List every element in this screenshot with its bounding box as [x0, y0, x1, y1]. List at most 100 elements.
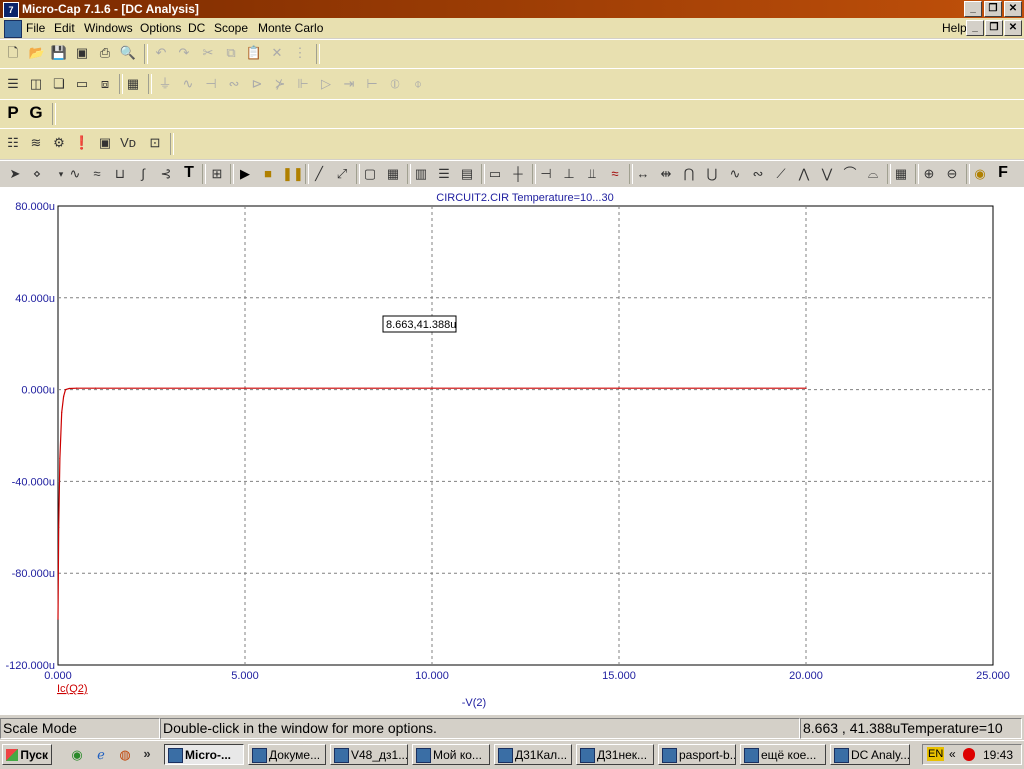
- task-my-computer[interactable]: Мой ко...: [412, 744, 490, 765]
- peak-left-icon[interactable]: ⋀: [795, 165, 813, 183]
- stop-icon[interactable]: ■: [259, 165, 277, 183]
- valley-curve-icon[interactable]: ⋃: [703, 165, 721, 183]
- horizontal-axis-icon[interactable]: ▭: [486, 165, 504, 183]
- minor-grid-icon[interactable]: ▥: [412, 165, 430, 183]
- line-icon[interactable]: ╱: [310, 165, 328, 183]
- run-icon[interactable]: ▶: [236, 165, 254, 183]
- trace-label[interactable]: Ic(Q2): [57, 683, 88, 695]
- resistor-icon[interactable]: ∿: [179, 75, 197, 93]
- frame-icon[interactable]: ▢: [361, 165, 379, 183]
- capacitor-icon[interactable]: ⊣: [202, 75, 220, 93]
- maximize-button[interactable]: ❐: [984, 1, 1002, 17]
- battery-icon[interactable]: ⊢: [363, 75, 381, 93]
- select-arrow-icon[interactable]: ➤: [6, 165, 24, 183]
- minimize-button[interactable]: _: [964, 1, 982, 17]
- quicklaunch-icon[interactable]: ◉: [68, 746, 86, 764]
- shapes-icon[interactable]: ⋄: [28, 165, 46, 183]
- color-icon[interactable]: ◉: [971, 165, 989, 183]
- font-tool[interactable]: F: [994, 164, 1012, 182]
- menu-help[interactable]: Help: [942, 21, 967, 35]
- stepping-icon[interactable]: ⚙: [50, 134, 68, 152]
- hump-alt-icon[interactable]: ⌓: [864, 165, 882, 183]
- tag-vertical-icon[interactable]: ⊰: [157, 165, 175, 183]
- plot-area[interactable]: 80.000u 40.000u 0.000u -40.000u -80.000u -120…: [0, 187, 1024, 715]
- waveform-icon[interactable]: ≋: [27, 134, 45, 152]
- slope-icon[interactable]: ⟋: [772, 165, 790, 183]
- tag-horizontal-icon[interactable]: ∫: [134, 165, 152, 183]
- scale-icon[interactable]: ∿: [66, 165, 84, 183]
- menu-options[interactable]: Options: [140, 21, 181, 35]
- mdi-restore-button[interactable]: ❐: [985, 20, 1003, 36]
- task-v48[interactable]: V48_дз1...: [330, 744, 408, 765]
- gate-icon[interactable]: ⇥: [340, 75, 358, 93]
- tag-icon[interactable]: ⊔: [111, 165, 129, 183]
- print-icon[interactable]: ⎙: [96, 44, 114, 62]
- menu-scope[interactable]: Scope: [214, 21, 248, 35]
- document-icon[interactable]: [4, 20, 22, 38]
- window-icon[interactable]: ▭: [73, 75, 91, 93]
- probe-icon[interactable]: ❗: [73, 134, 91, 152]
- open-folder-icon[interactable]: 📂: [28, 44, 46, 62]
- properties-icon[interactable]: ⊞: [208, 165, 226, 183]
- mdi-minimize-button[interactable]: _: [966, 20, 984, 36]
- task-microcap[interactable]: Micro-...: [164, 744, 244, 765]
- horizontal-tile-icon[interactable]: ☰: [4, 75, 22, 93]
- save-icon[interactable]: 💾: [50, 44, 68, 62]
- high-icon[interactable]: ⫫: [583, 165, 601, 183]
- window-split-icon[interactable]: ⧈: [96, 75, 114, 93]
- analysis-window-icon[interactable]: ⊡: [146, 134, 164, 152]
- start-button[interactable]: Пуск: [2, 744, 52, 765]
- microcap-icon[interactable]: 7: [3, 2, 19, 18]
- print-preview-icon[interactable]: 🔍: [119, 44, 137, 62]
- peak-curve-icon[interactable]: ⋂: [680, 165, 698, 183]
- state-variables-icon[interactable]: ▣: [96, 134, 114, 152]
- inductor-icon[interactable]: ∾: [225, 75, 243, 93]
- peak-icon[interactable]: ⊣: [537, 165, 555, 183]
- chevron-icon[interactable]: »: [138, 745, 156, 763]
- antivirus-icon[interactable]: [963, 748, 975, 761]
- task-eshche[interactable]: ещё кое...: [740, 744, 826, 765]
- ac-source-icon[interactable]: ⌽: [409, 75, 427, 93]
- cut-icon[interactable]: ✂: [199, 44, 217, 62]
- wave-down-icon[interactable]: ∾: [749, 165, 767, 183]
- source-icon[interactable]: ⦶: [386, 75, 404, 93]
- p-button[interactable]: P: [4, 104, 22, 122]
- vid-icon[interactable]: Vᴅ: [119, 134, 137, 152]
- pause-icon[interactable]: ❚❚: [282, 165, 304, 183]
- wave-up-icon[interactable]: ∿: [726, 165, 744, 183]
- hump-icon[interactable]: ⌒: [841, 165, 859, 183]
- tray-expand-icon[interactable]: «: [949, 747, 956, 761]
- text-tool[interactable]: T: [180, 164, 198, 182]
- mdi-close-button[interactable]: ✕: [1004, 20, 1022, 36]
- menu-edit[interactable]: Edit: [54, 21, 75, 35]
- select-all-icon[interactable]: ⋮: [291, 44, 309, 62]
- undo-icon[interactable]: ↶: [152, 44, 170, 62]
- cursor-left-icon[interactable]: ↔: [634, 165, 652, 183]
- close-button[interactable]: ✕: [1004, 1, 1022, 17]
- cursor-right-icon[interactable]: ⇹: [657, 165, 675, 183]
- grid-icon[interactable]: ▦: [384, 165, 402, 183]
- diode-icon[interactable]: ⊳: [248, 75, 266, 93]
- redo-icon[interactable]: ↷: [175, 44, 193, 62]
- task-d31kal[interactable]: Д31Кал...: [494, 744, 572, 765]
- peak-right-icon[interactable]: ⋁: [818, 165, 836, 183]
- task-document[interactable]: Докуме...: [248, 744, 326, 765]
- internet-explorer-icon[interactable]: ℯ: [92, 746, 110, 764]
- calculator-icon[interactable]: ▦: [124, 75, 142, 93]
- trace-icon[interactable]: ≈: [606, 165, 624, 183]
- transistor-icon[interactable]: ⊁: [271, 75, 289, 93]
- mosfet-icon[interactable]: ⊩: [294, 75, 312, 93]
- col-grid-icon[interactable]: ▤: [458, 165, 476, 183]
- opamp-icon[interactable]: ▷: [317, 75, 335, 93]
- ground-icon[interactable]: ⏚: [156, 75, 174, 93]
- task-dc-analysis[interactable]: DC Analy...: [830, 744, 910, 765]
- task-pasport[interactable]: pasport-b...: [658, 744, 736, 765]
- menu-monte-carlo[interactable]: Monte Carlo: [258, 21, 323, 35]
- row-grid-icon[interactable]: ☰: [435, 165, 453, 183]
- table-icon[interactable]: ▦: [892, 165, 910, 183]
- delete-icon[interactable]: ✕: [268, 44, 286, 62]
- g-button[interactable]: G: [27, 104, 45, 122]
- browser-icon[interactable]: ◍: [116, 746, 134, 764]
- menu-windows[interactable]: Windows: [84, 21, 133, 35]
- task-d31nek[interactable]: Д31нек...: [576, 744, 654, 765]
